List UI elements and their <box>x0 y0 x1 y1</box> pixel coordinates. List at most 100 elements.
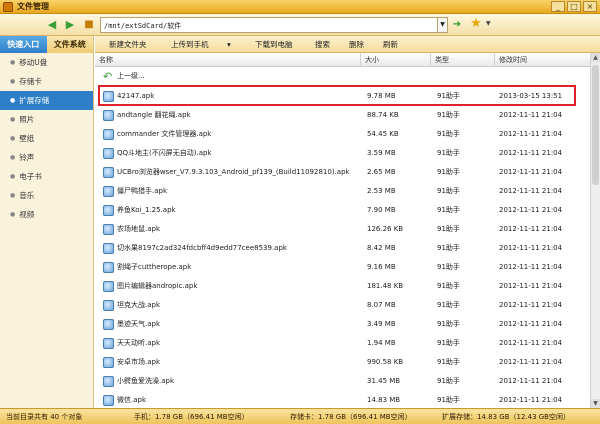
table-row[interactable]: andtangle 翻花绳.apk 88.74 KB 91助手 2012-11-11 … <box>95 106 590 125</box>
sidebar-item-wallpaper[interactable]: ● 壁纸 <box>0 129 93 148</box>
file-name: 天天动听.apk <box>117 339 161 347</box>
file-type: 91助手 <box>437 187 460 195</box>
path-input[interactable]: /mnt/extSdCard/软件 <box>100 17 438 33</box>
table-row[interactable]: QQ斗地主(不闪屏无自动).apk 3.59 MB 91助手 2012-11-11 2… <box>95 144 590 163</box>
status-bar: 当前目录共有 40 个对象 手机：1.78 GB（696.41 MB空闲） 存储… <box>0 408 600 424</box>
status-object-count: 当前目录共有 40 个对象 <box>6 413 83 421</box>
close-button[interactable]: × <box>583 1 597 12</box>
bullet-icon: ● <box>10 135 16 142</box>
path-dropdown-icon[interactable]: ▼ <box>438 17 448 33</box>
file-type: 91助手 <box>437 396 460 404</box>
table-row[interactable]: 42147.apk 9.78 MB 91助手 2013-03-15 13:51 <box>95 87 590 106</box>
favorite-dropdown-icon[interactable]: ▼ <box>486 20 491 27</box>
file-name: 农场地鼠.apk <box>117 225 161 233</box>
sidebar: 快速入口 文件系统 ● 移动U盘 ● 存储卡 ● 扩展存储 ● 照片 ● 壁纸 ● 铃声 ●… <box>0 36 94 408</box>
file-name: 安卓市场.apk <box>117 358 161 366</box>
sidebar-item-sdcard[interactable]: ● 存储卡 <box>0 72 93 91</box>
refresh-button[interactable]: 刷新 <box>383 36 398 53</box>
table-row[interactable]: 小鳄鱼爱洗澡.apk 31.45 MB 91助手 2012-11-11 21:04 <box>95 372 590 391</box>
file-type: 91助手 <box>437 168 460 176</box>
minimize-button[interactable]: _ <box>551 1 565 12</box>
apk-file-icon <box>103 281 114 292</box>
file-type: 91助手 <box>437 282 460 290</box>
file-name: 微信.apk <box>117 396 147 404</box>
bullet-icon: ● <box>10 154 16 161</box>
file-type: 91助手 <box>437 111 460 119</box>
delete-button[interactable]: 删除 <box>349 36 364 53</box>
table-row[interactable]: 墨迹天气.apk 3.49 MB 91助手 2012-11-11 21:04 <box>95 315 590 334</box>
sidebar-item-video[interactable]: ● 视频 <box>0 205 93 224</box>
table-row[interactable]: 割绳子cuttherope.apk 9.16 MB 91助手 2012-11-11 2… <box>95 258 590 277</box>
file-modified: 2012-11-11 21:04 <box>499 301 563 309</box>
table-row[interactable]: 养鱼Koi_1.25.apk 7.90 MB 91助手 2012-11-11 21:0… <box>95 201 590 220</box>
file-list: ↶ 上一级... 42147.apk 9.78 MB 91助手 2013-03-15 … <box>95 67 590 408</box>
file-type: 91助手 <box>437 244 460 252</box>
favorite-star-icon[interactable]: ★ <box>468 16 484 32</box>
apk-file-icon <box>103 319 114 330</box>
download-button[interactable]: 下载到电脑 <box>255 36 293 53</box>
file-modified: 2012-11-11 21:04 <box>499 206 563 214</box>
table-row[interactable]: 切水果8197c2ad324fdcbff4d9edd77cee8539.apk 8… <box>95 239 590 258</box>
table-row[interactable]: 天天动听.apk 1.94 MB 91助手 2012-11-11 21:04 <box>95 334 590 353</box>
table-row[interactable]: 安卓市场.apk 990.58 KB 91助手 2012-11-11 21:04 <box>95 353 590 372</box>
up-arrow-icon: ↶ <box>103 70 113 83</box>
up-level-row[interactable]: ↶ 上一级... <box>95 67 590 86</box>
tab-file-system[interactable]: 文件系统 <box>46 36 93 53</box>
maximize-button[interactable]: □ <box>567 1 581 12</box>
table-row[interactable]: UCBro浏览器wser_V7.9.3.103_Android_pf139_(B… <box>95 163 590 182</box>
scroll-thumb[interactable] <box>592 65 599 185</box>
column-name[interactable]: 名称 <box>95 53 361 67</box>
file-name: 墨迹天气.apk <box>117 320 161 328</box>
sidebar-item-music[interactable]: ● 音乐 <box>0 186 93 205</box>
apk-file-icon <box>103 167 114 178</box>
table-row[interactable]: 僵尸鸭猎手.apk 2.53 MB 91助手 2012-11-11 21:04 <box>95 182 590 201</box>
table-row[interactable]: 图片编辑器andropic.apk 181.48 KB 91助手 2012-11-11… <box>95 277 590 296</box>
file-name: UCBro浏览器wser_V7.9.3.103_Android_pf139_(B… <box>117 168 350 176</box>
sidebar-item-ext-storage[interactable]: ● 扩展存储 <box>0 91 93 110</box>
upload-button[interactable]: 上传到手机 <box>171 36 209 53</box>
folder-up-icon[interactable]: ■ <box>82 18 96 32</box>
file-size: 7.90 MB <box>367 206 396 214</box>
sidebar-item-ringtones[interactable]: ● 铃声 <box>0 148 93 167</box>
column-modified[interactable]: 修改时间 <box>495 53 590 67</box>
file-modified: 2012-11-11 21:04 <box>499 339 563 347</box>
bullet-icon: ● <box>10 173 16 180</box>
back-arrow-icon[interactable]: ◀ <box>42 18 62 32</box>
sidebar-item-ebooks[interactable]: ● 电子书 <box>0 167 93 186</box>
file-name: 图片编辑器andropic.apk <box>117 282 198 290</box>
forward-arrow-icon[interactable]: ▶ <box>60 18 80 32</box>
file-size: 9.16 MB <box>367 263 396 271</box>
file-modified: 2012-11-11 21:04 <box>499 225 563 233</box>
file-type: 91助手 <box>437 377 460 385</box>
window-title: 文件管理 <box>17 2 49 11</box>
up-level-label: 上一级... <box>117 72 145 80</box>
table-row[interactable]: 坦克大战.apk 8.07 MB 91助手 2012-11-11 21:04 <box>95 296 590 315</box>
file-name: 养鱼Koi_1.25.apk <box>117 206 176 214</box>
upload-dropdown-icon[interactable]: ▾ <box>227 36 231 53</box>
sidebar-item-photos[interactable]: ● 照片 <box>0 110 93 129</box>
apk-file-icon <box>103 395 114 406</box>
file-size: 8.42 MB <box>367 244 396 252</box>
scroll-down-icon[interactable]: ▼ <box>591 399 600 408</box>
title-bar: 文件管理 _ □ × <box>0 0 600 14</box>
table-row[interactable]: commander 文件管理器.apk 54.45 KB 91助手 2012-11-1… <box>95 125 590 144</box>
new-folder-button[interactable]: 新建文件夹 <box>109 36 147 53</box>
file-size: 88.74 KB <box>367 111 399 119</box>
file-type: 91助手 <box>437 149 460 157</box>
search-button[interactable]: 搜索 <box>315 36 330 53</box>
tab-quick-access[interactable]: 快速入口 <box>0 36 47 53</box>
file-name: 切水果8197c2ad324fdcbff4d9edd77cee8539.apk <box>117 244 287 252</box>
go-arrow-icon[interactable]: ➔ <box>450 18 464 32</box>
sidebar-item-usb[interactable]: ● 移动U盘 <box>0 53 93 72</box>
file-modified: 2012-11-11 21:04 <box>499 358 563 366</box>
column-size[interactable]: 大小 <box>361 53 431 67</box>
column-type[interactable]: 类型 <box>431 53 495 67</box>
table-row[interactable]: 微信.apk 14.83 MB 91助手 2012-11-11 21:04 <box>95 391 590 408</box>
file-name: 割绳子cuttherope.apk <box>117 263 192 271</box>
file-name: 小鳄鱼爱洗澡.apk <box>117 377 175 385</box>
vertical-scrollbar[interactable]: ▲ ▼ <box>590 53 600 408</box>
table-row[interactable]: 农场地鼠.apk 126.26 KB 91助手 2012-11-11 21:04 <box>95 220 590 239</box>
scroll-up-icon[interactable]: ▲ <box>591 53 600 62</box>
file-size: 126.26 KB <box>367 225 404 233</box>
apk-file-icon <box>103 148 114 159</box>
